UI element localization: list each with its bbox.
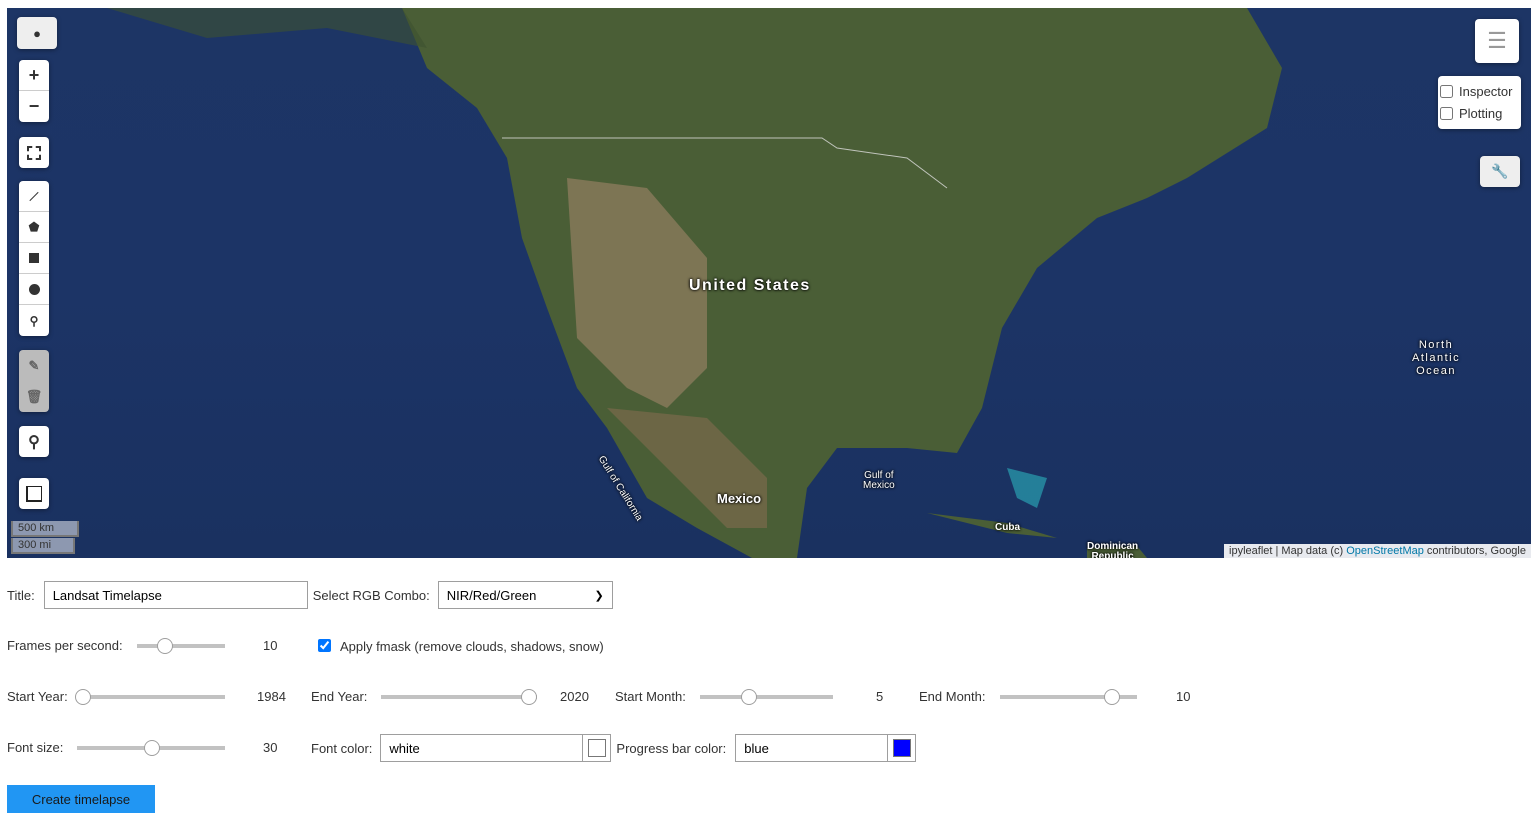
font-size-label: Font size: xyxy=(7,740,64,755)
search-icon: ⚲ xyxy=(28,433,40,451)
fullscreen-icon xyxy=(27,145,41,160)
attribution-prefix: ipyleaflet | Map data (c) xyxy=(1229,545,1347,557)
scale-mi: 300 mi xyxy=(11,538,75,554)
chevron-down-icon: ❯ xyxy=(594,589,604,602)
fps-value: 10 xyxy=(263,638,278,653)
inspector-checkbox-row[interactable]: Inspector xyxy=(1440,80,1519,102)
attribution-suffix: contributors, Google xyxy=(1423,545,1526,557)
draw-toolbar: ⬟ ⚲ xyxy=(19,181,49,336)
end-year-label: End Year: xyxy=(311,689,368,704)
label-cuba: Cuba xyxy=(995,522,1020,533)
search-control: ⚲ xyxy=(19,426,49,457)
label-dominican-republic: Dominican Republic xyxy=(1087,541,1139,559)
progress-color-input[interactable]: blue xyxy=(735,734,889,762)
map[interactable]: United States Mexico Gulf of Mexico Gulf… xyxy=(7,8,1531,558)
layers-icon: ☰ xyxy=(1487,28,1507,53)
toolbar-wrench-button[interactable]: 🔧 xyxy=(1480,156,1520,187)
fmask-label: Apply fmask (remove clouds, shadows, sno… xyxy=(340,639,604,654)
label-mexico: Mexico xyxy=(717,491,762,506)
start-month-slider-handle[interactable] xyxy=(741,689,758,705)
layer-checkbox-panel: Inspector Plotting xyxy=(1438,76,1521,129)
fps-label: Frames per second: xyxy=(7,638,123,653)
measure-control xyxy=(19,478,49,509)
start-year-value: 1984 xyxy=(257,689,286,704)
font-size-slider-handle[interactable] xyxy=(144,740,161,756)
edit-icon: ✎ xyxy=(28,357,40,373)
zoom-in-button[interactable]: + xyxy=(19,60,49,91)
map-attribution: ipyleaflet | Map data (c) OpenStreetMap … xyxy=(1224,544,1531,558)
start-month-slider[interactable] xyxy=(700,689,833,705)
draw-circle-button[interactable] xyxy=(19,274,49,305)
progress-color-picker[interactable] xyxy=(888,734,917,762)
font-color-swatch xyxy=(587,739,606,757)
font-size-value: 30 xyxy=(263,740,278,755)
ruler-icon xyxy=(26,485,42,502)
measure-button[interactable] xyxy=(19,478,49,509)
marker-icon: ⚲ xyxy=(29,313,39,328)
font-size-slider[interactable] xyxy=(77,740,225,756)
fullscreen-button[interactable] xyxy=(19,137,49,168)
start-month-label: Start Month: xyxy=(615,689,686,704)
rectangle-icon xyxy=(29,253,39,263)
polyline-icon xyxy=(29,191,39,201)
draw-marker-button[interactable]: ⚲ xyxy=(19,305,49,336)
title-label: Title: xyxy=(7,587,35,603)
plotting-checkbox-row[interactable]: Plotting xyxy=(1440,102,1519,124)
delete-button[interactable]: 🗑 xyxy=(19,381,49,412)
layers-button[interactable]: ☰ xyxy=(1475,19,1519,63)
circle-icon xyxy=(28,283,40,295)
rgb-combo-select[interactable]: NIR/Red/Green ❯ xyxy=(437,581,613,609)
rgb-combo-value: NIR/Red/Green xyxy=(446,587,537,603)
trash-icon: 🗑 xyxy=(25,388,43,404)
font-color-label: Font color: xyxy=(311,740,373,756)
fmask-checkbox[interactable] xyxy=(318,638,331,652)
fps-slider-handle[interactable] xyxy=(157,638,174,654)
scale-km: 500 km xyxy=(11,521,79,537)
edit-toolbar: ✎ 🗑 xyxy=(19,350,49,412)
wrench-icon: 🔧 xyxy=(1491,163,1509,179)
start-year-slider[interactable] xyxy=(75,689,225,705)
draw-polygon-button[interactable]: ⬟ xyxy=(19,212,49,243)
inspector-label: Inspector xyxy=(1459,83,1513,99)
polygon-icon: ⬟ xyxy=(28,220,40,234)
basemap-button[interactable]: ● xyxy=(17,17,57,49)
inspector-checkbox[interactable] xyxy=(1440,84,1453,98)
end-month-slider[interactable] xyxy=(1000,689,1137,705)
progress-color-swatch xyxy=(892,739,911,757)
end-month-value: 10 xyxy=(1176,689,1191,704)
rgb-combo-label: Select RGB Combo: xyxy=(312,587,430,603)
zoom-out-button[interactable]: − xyxy=(19,91,49,122)
edit-button[interactable]: ✎ xyxy=(19,350,49,381)
create-timelapse-button[interactable]: Create timelapse xyxy=(7,785,155,813)
progress-color-label: Progress bar color: xyxy=(616,740,727,756)
draw-rectangle-button[interactable] xyxy=(19,243,49,274)
plotting-label: Plotting xyxy=(1459,105,1503,121)
draw-polyline-button[interactable] xyxy=(19,181,49,212)
title-input[interactable]: Landsat Timelapse xyxy=(43,581,308,609)
fullscreen-control xyxy=(19,137,49,168)
end-year-value: 2020 xyxy=(560,689,589,704)
end-year-slider[interactable] xyxy=(381,689,538,705)
font-color-input[interactable]: white xyxy=(380,734,584,762)
label-north-atlantic-ocean: North Atlantic Ocean xyxy=(1412,339,1461,377)
label-united-states: United States xyxy=(689,277,811,294)
start-year-label: Start Year: xyxy=(7,689,68,704)
plotting-checkbox[interactable] xyxy=(1440,106,1453,120)
label-gulf-of-mexico: Gulf of Mexico xyxy=(863,470,895,491)
openstreetmap-link[interactable]: OpenStreetMap xyxy=(1346,545,1424,557)
end-month-label: End Month: xyxy=(919,689,986,704)
fps-slider[interactable] xyxy=(137,638,225,654)
start-year-slider-handle[interactable] xyxy=(75,689,92,705)
globe-icon: ● xyxy=(33,25,41,41)
search-button[interactable]: ⚲ xyxy=(19,426,49,457)
font-color-picker[interactable] xyxy=(583,734,612,762)
end-year-slider-handle[interactable] xyxy=(521,689,538,705)
end-month-slider-handle[interactable] xyxy=(1104,689,1121,705)
start-month-value: 5 xyxy=(876,689,884,704)
zoom-control: + − xyxy=(19,60,49,122)
